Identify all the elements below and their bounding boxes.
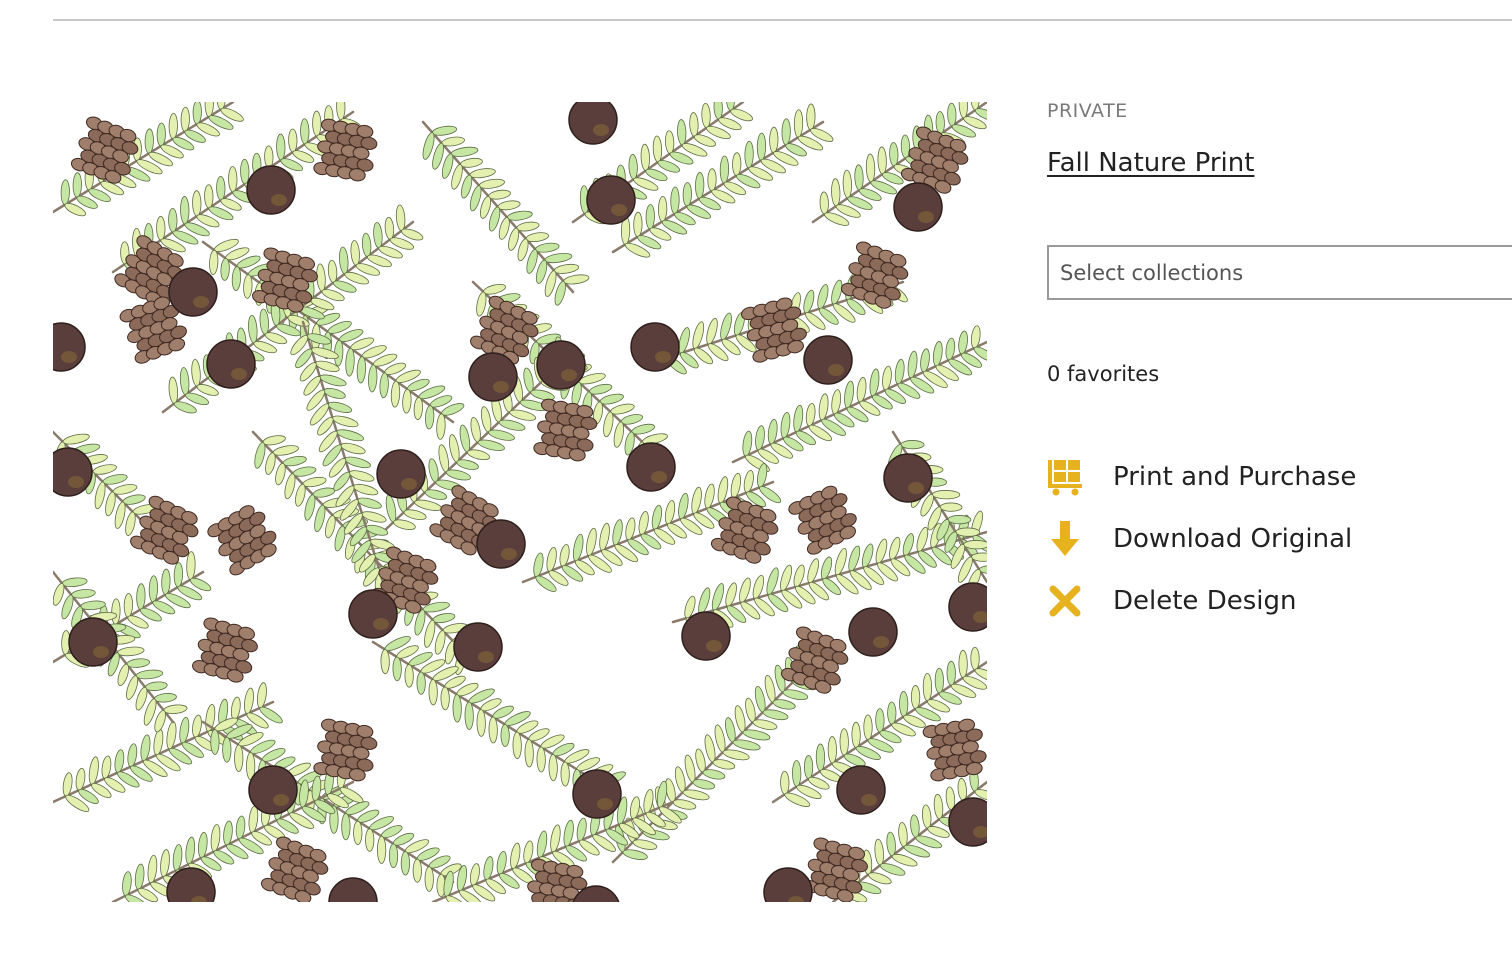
download-arrow-icon xyxy=(1047,519,1083,559)
print-and-purchase-label: Print and Purchase xyxy=(1113,462,1357,492)
select-collections-placeholder: Select collections xyxy=(1060,260,1244,285)
privacy-status: PRIVATE xyxy=(1047,100,1128,122)
favorites-count: 0 favorites xyxy=(1047,362,1160,386)
delete-design-button[interactable]: Delete Design xyxy=(1047,579,1467,623)
download-original-label: Download Original xyxy=(1113,524,1353,554)
print-and-purchase-button[interactable]: Print and Purchase xyxy=(1047,455,1467,499)
pattern-artwork xyxy=(53,102,987,902)
delete-design-label: Delete Design xyxy=(1113,586,1297,616)
select-collections-dropdown[interactable]: Select collections xyxy=(1047,245,1512,300)
delete-x-icon xyxy=(1047,581,1083,621)
design-title-link[interactable]: Fall Nature Print xyxy=(1047,148,1254,178)
design-image[interactable] xyxy=(53,102,987,902)
top-divider xyxy=(53,19,1512,21)
cart-icon xyxy=(1047,457,1083,497)
download-original-button[interactable]: Download Original xyxy=(1047,517,1467,561)
